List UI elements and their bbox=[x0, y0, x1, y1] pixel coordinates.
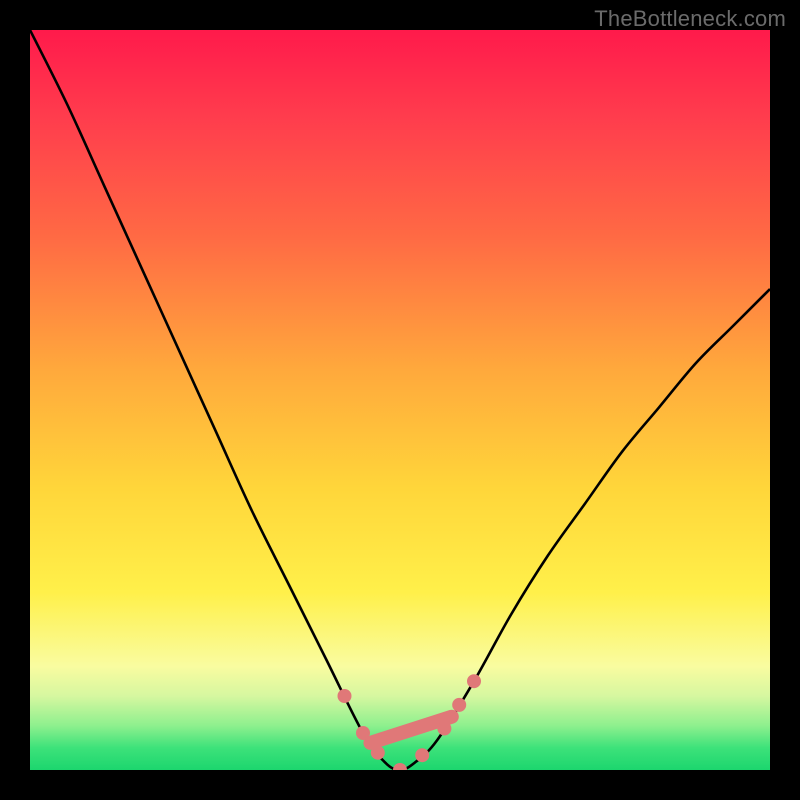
chart-frame: TheBottleneck.com bbox=[0, 0, 800, 800]
curve-marker bbox=[393, 763, 407, 770]
marker-layer bbox=[338, 674, 482, 770]
curve-svg bbox=[30, 30, 770, 770]
bottleneck-curve bbox=[30, 30, 770, 770]
plot-area bbox=[30, 30, 770, 770]
curve-marker bbox=[371, 746, 385, 760]
attribution-label: TheBottleneck.com bbox=[594, 6, 786, 32]
curve-marker bbox=[356, 726, 370, 740]
curve-marker bbox=[437, 722, 451, 736]
curve-marker bbox=[452, 698, 466, 712]
curve-marker bbox=[415, 748, 429, 762]
curve-marker bbox=[467, 674, 481, 688]
curve-marker bbox=[338, 689, 352, 703]
